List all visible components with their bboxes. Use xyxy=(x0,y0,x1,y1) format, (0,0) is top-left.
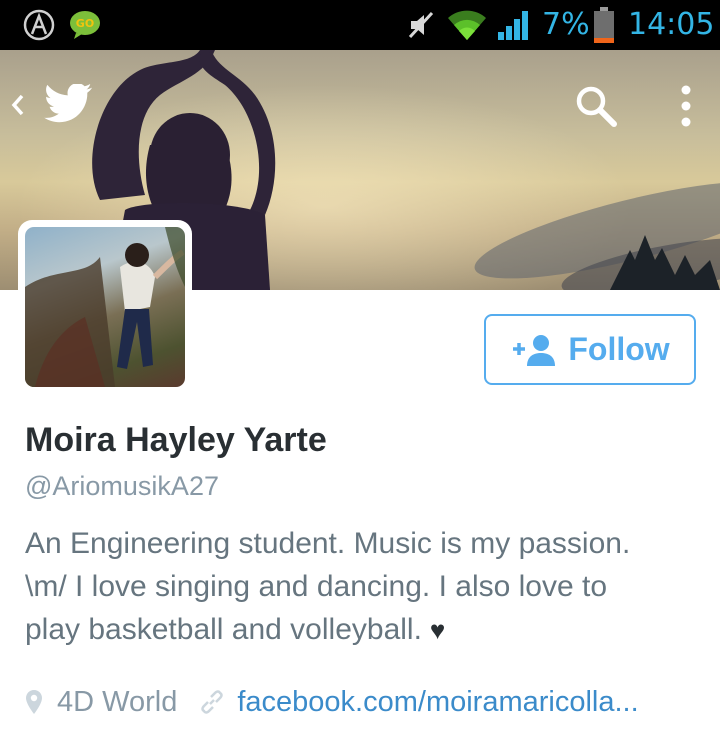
banner-trees xyxy=(610,235,720,290)
profile-url-link[interactable]: facebook.com/moiramaricolla... xyxy=(237,686,638,719)
add-user-icon xyxy=(513,334,556,366)
overflow-menu-button[interactable] xyxy=(670,78,702,134)
overflow-menu-icon xyxy=(681,85,691,127)
cell-signal-icon xyxy=(496,0,532,50)
profile-handle: @AriomusikA27 xyxy=(25,471,219,501)
bio-line: An Engineering student. Music is my pass… xyxy=(25,527,631,560)
profile-name: Moira Hayley Yarte xyxy=(25,421,327,459)
go-sms-icon: GO xyxy=(68,0,102,50)
bio-line-text: play basketball and volleyball. xyxy=(25,613,422,646)
link-icon xyxy=(201,690,224,714)
twitter-home-button[interactable] xyxy=(42,80,96,130)
profile-bio: An Engineering student. Music is my pass… xyxy=(25,522,705,652)
avatar[interactable] xyxy=(18,220,192,394)
profile-location: 4D World xyxy=(57,685,178,718)
avatar-photo xyxy=(25,227,185,387)
app-a-icon xyxy=(22,0,56,50)
location-pin-icon xyxy=(26,690,42,714)
follow-button-label: Follow xyxy=(568,331,670,367)
clock: 14:05 xyxy=(628,7,715,42)
status-bar: GO 7% 14:05 xyxy=(0,0,720,50)
bio-line: play basketball and volleyball. ♥ xyxy=(25,608,705,652)
battery-percent: 7% xyxy=(542,7,590,42)
twitter-bird-icon xyxy=(44,84,93,123)
battery-icon xyxy=(593,0,615,50)
search-icon xyxy=(576,86,617,127)
profile-meta: 4D World facebook.com/moiramaricolla... xyxy=(25,680,715,724)
muted-volume-icon xyxy=(405,0,437,50)
search-button[interactable] xyxy=(570,78,622,134)
avatar-photo-content xyxy=(25,227,185,387)
wifi-icon xyxy=(446,0,488,50)
heart-emoji: ♥ xyxy=(429,615,446,645)
bio-line: \m/ I love singing and dancing. I also l… xyxy=(25,570,608,603)
svg-text:GO: GO xyxy=(76,17,94,30)
back-button[interactable] xyxy=(6,80,30,130)
follow-button[interactable]: Follow xyxy=(484,314,696,385)
back-chevron-icon xyxy=(11,94,24,116)
